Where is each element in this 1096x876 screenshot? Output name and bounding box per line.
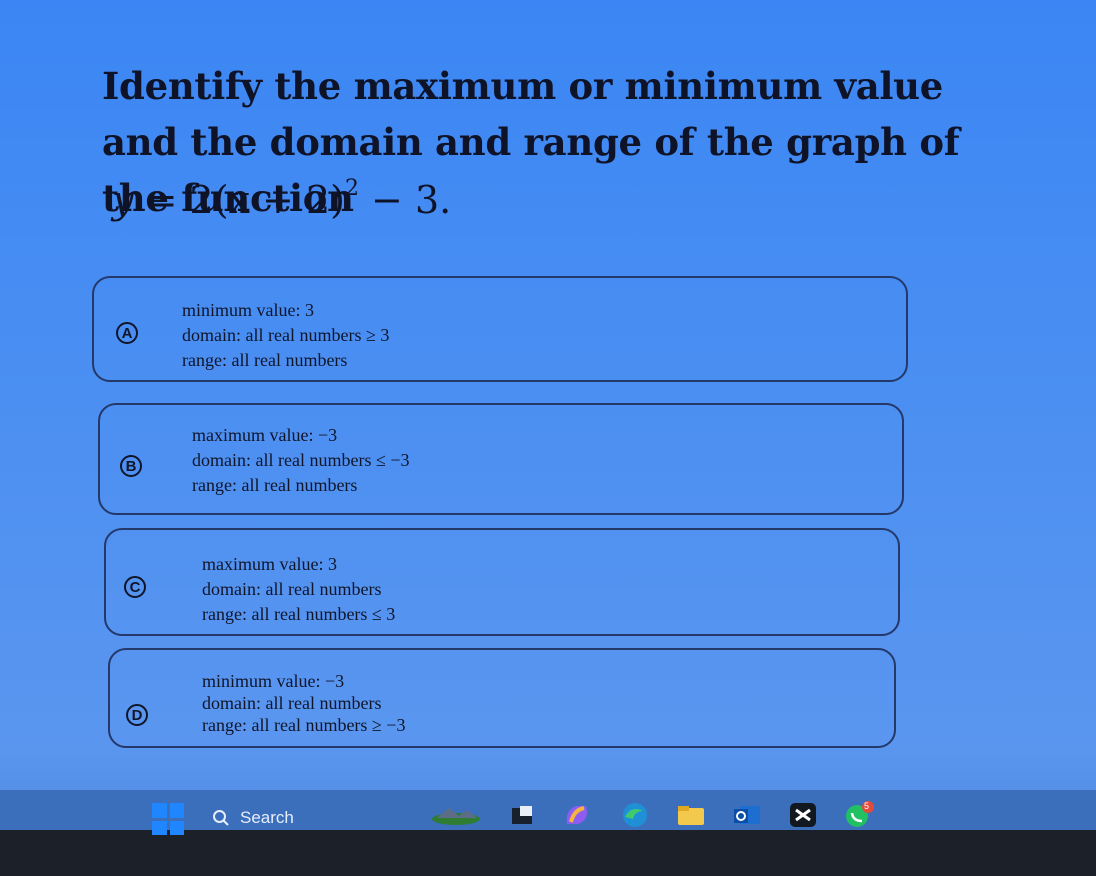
- option-line-value: minimum value: −3: [202, 671, 345, 691]
- option-line-domain: domain: all real numbers: [202, 579, 382, 599]
- landscape-widget-icon[interactable]: [430, 800, 482, 830]
- quiz-page: Identify the maximum or minimum value an…: [0, 0, 1096, 790]
- file-explorer-icon[interactable]: [674, 800, 708, 830]
- option-line-range: range: all real numbers ≥ −3: [202, 715, 406, 735]
- monitor-bezel: [0, 830, 1096, 876]
- option-letter-badge: B: [120, 455, 142, 477]
- option-text: maximum value: −3 domain: all real numbe…: [192, 423, 409, 498]
- option-text: minimum value: −3 domain: all real numbe…: [202, 670, 405, 736]
- option-line-value: maximum value: 3: [202, 554, 337, 574]
- option-line-value: maximum value: −3: [192, 425, 338, 445]
- option-letter-badge: A: [116, 322, 138, 344]
- equation-inner: (x + 2): [213, 178, 345, 222]
- answer-option-c[interactable]: C maximum value: 3 domain: all real numb…: [104, 528, 900, 636]
- taskbar-search-box[interactable]: Search: [212, 804, 372, 832]
- option-text: maximum value: 3 domain: all real number…: [202, 552, 395, 627]
- option-line-domain: domain: all real numbers ≤ −3: [192, 450, 410, 470]
- answer-option-b[interactable]: B maximum value: −3 domain: all real num…: [98, 403, 904, 515]
- option-text: minimum value: 3 domain: all real number…: [182, 298, 389, 373]
- task-view-icon[interactable]: [505, 800, 539, 830]
- answer-option-d[interactable]: D minimum value: −3 domain: all real num…: [108, 648, 896, 748]
- windows-start-icon[interactable]: [152, 803, 184, 835]
- option-letter-badge: C: [124, 576, 146, 598]
- option-line-value: minimum value: 3: [182, 300, 314, 320]
- option-line-range: range: all real numbers ≤ 3: [202, 604, 396, 624]
- copilot-icon[interactable]: [560, 800, 594, 830]
- capcut-icon[interactable]: [786, 800, 820, 830]
- equation-exponent: 2: [344, 176, 359, 202]
- equation-tail: − 3.: [371, 178, 452, 222]
- notification-badge: 5: [864, 801, 870, 811]
- search-label: Search: [240, 808, 294, 827]
- option-line-range: range: all real numbers: [182, 350, 348, 370]
- answer-option-a[interactable]: A minimum value: 3 domain: all real numb…: [92, 276, 908, 382]
- option-line-domain: domain: all real numbers: [202, 693, 382, 713]
- whatsapp-icon[interactable]: 5: [842, 800, 876, 830]
- function-equation: y = 2(x + 2)2 − 3.: [112, 176, 452, 222]
- option-line-range: range: all real numbers: [192, 475, 358, 495]
- equation-coefficient: 2: [189, 178, 214, 222]
- edge-browser-icon[interactable]: [618, 800, 652, 830]
- outlook-icon[interactable]: [730, 800, 764, 830]
- option-letter-badge: D: [126, 704, 148, 726]
- equation-equals: =: [145, 178, 178, 222]
- option-line-domain: domain: all real numbers ≥ 3: [182, 325, 390, 345]
- equation-lhs: y: [112, 178, 134, 222]
- search-icon: [213, 810, 229, 826]
